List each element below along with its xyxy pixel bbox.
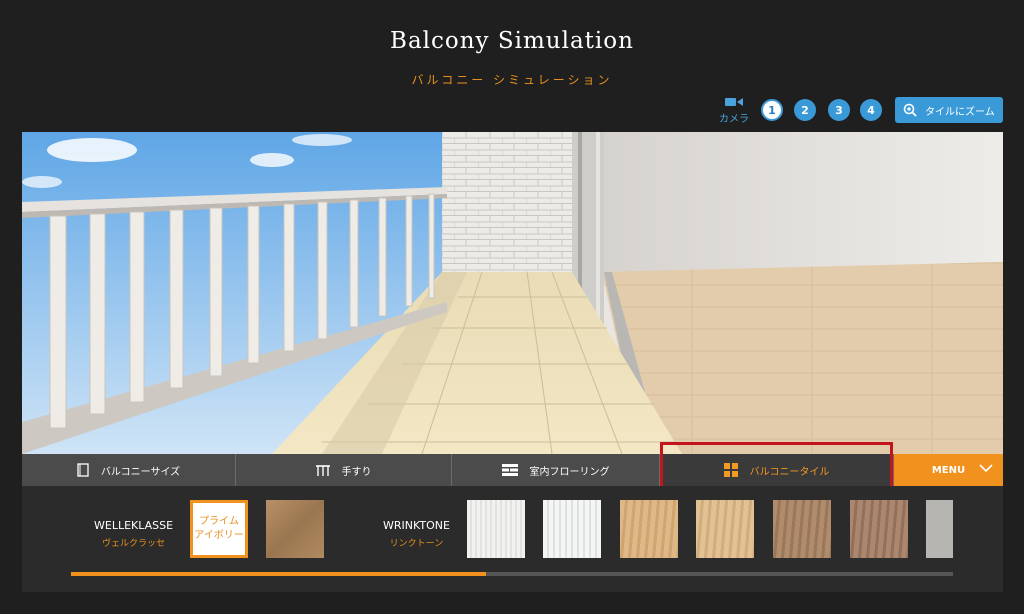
- series-welleklasse-name: WELLEKLASSE: [94, 519, 174, 532]
- swatch-tile[interactable]: [773, 500, 831, 558]
- zoom-in-icon: [903, 103, 917, 117]
- tab-balcony-size[interactable]: バルコニーサイズ: [22, 454, 236, 486]
- swatch-scrollbar-thumb[interactable]: [71, 572, 486, 576]
- balcony-size-icon: [77, 463, 89, 477]
- series-wrinktone-name: WRINKTONE: [383, 519, 450, 532]
- camera-view-2-button[interactable]: 2: [794, 99, 816, 121]
- tab-indoor-flooring-label: 室内フローリング: [529, 466, 610, 478]
- swatch-tile[interactable]: [467, 500, 525, 558]
- camera-control[interactable]: カメラ: [717, 96, 751, 125]
- swatch-tile[interactable]: [266, 500, 324, 558]
- chevron-down-icon: [979, 463, 993, 476]
- tab-balcony-tile-label: バルコニータイル: [749, 466, 830, 478]
- camera-view-4-button[interactable]: 4: [860, 99, 882, 121]
- flooring-icon: [501, 464, 518, 476]
- swatch-tile[interactable]: [696, 500, 754, 558]
- swatch-tile[interactable]: [926, 500, 953, 558]
- menu-label: MENU: [931, 464, 966, 476]
- swatch-prime-ivory-line2: アイボリー: [194, 530, 244, 541]
- swatch-scrollbar[interactable]: [71, 572, 953, 576]
- handrail-icon: [315, 464, 330, 476]
- tab-balcony-tile[interactable]: バルコニータイル: [660, 454, 894, 486]
- tab-balcony-size-label: バルコニーサイズ: [100, 466, 181, 478]
- tab-indoor-flooring[interactable]: 室内フローリング: [452, 454, 660, 486]
- category-tab-bar: バルコニーサイズ 手すり 室内フローリング バルコニータイル MENU: [22, 454, 1003, 486]
- swatch-prime-ivory-line1: プライム: [199, 516, 239, 527]
- page-title: Balcony Simulation: [390, 28, 634, 54]
- menu-button[interactable]: MENU: [894, 454, 1003, 486]
- swatch-tile[interactable]: [543, 500, 601, 558]
- camera-view-1-button[interactable]: 1: [761, 99, 783, 121]
- tab-handrail-label: 手すり: [341, 466, 372, 478]
- page-subtitle: バルコニー シミュレーション: [411, 73, 613, 87]
- camera-view-3-button[interactable]: 3: [828, 99, 850, 121]
- balcony-scene-view[interactable]: [22, 132, 1003, 454]
- zoom-to-tile-label: タイルにズーム: [925, 106, 995, 118]
- series-wrinktone: WRINKTONE リンクトーン: [383, 519, 450, 549]
- balcony-render: [22, 132, 1003, 454]
- camera-label: カメラ: [719, 114, 749, 125]
- swatch-prime-ivory[interactable]: プライム アイボリー: [190, 500, 248, 558]
- zoom-to-tile-button[interactable]: タイルにズーム: [895, 97, 1003, 123]
- series-welleklasse: WELLEKLASSE ヴェルクラッセ: [94, 519, 173, 549]
- series-wrinktone-jp: リンクトーン: [389, 539, 444, 549]
- video-camera-icon: [725, 98, 743, 106]
- swatch-tile[interactable]: [620, 500, 678, 558]
- tile-grid-icon: [723, 463, 738, 477]
- series-welleklasse-jp: ヴェルクラッセ: [102, 539, 166, 549]
- tab-handrail[interactable]: 手すり: [236, 454, 452, 486]
- swatch-tile[interactable]: [850, 500, 908, 558]
